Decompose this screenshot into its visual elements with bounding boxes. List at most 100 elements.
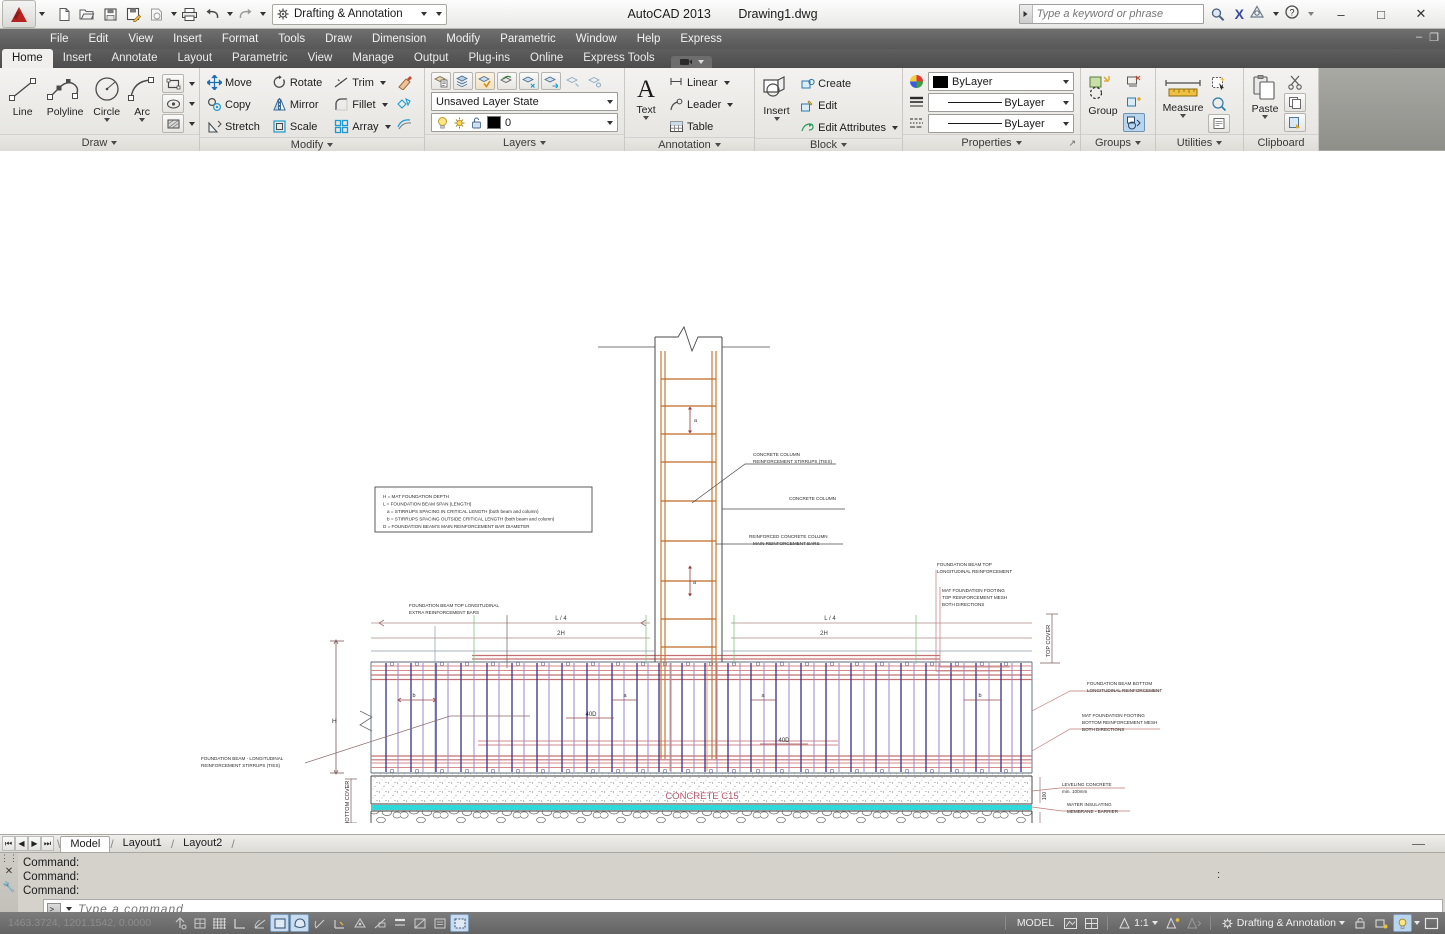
paste-special-button[interactable]: [1284, 113, 1306, 132]
panel-clipboard-title[interactable]: Clipboard: [1244, 134, 1318, 151]
tab-manage[interactable]: Manage: [342, 49, 404, 68]
coordinates-display[interactable]: 1463.3724, 1201.1542, 0.0000: [0, 917, 170, 929]
next-layout-button[interactable]: ▶: [28, 836, 41, 851]
tab-insert[interactable]: Insert: [53, 49, 102, 68]
menu-dimension[interactable]: Dimension: [362, 29, 436, 49]
hardware-accel-button[interactable]: [1393, 914, 1412, 932]
3d-object-snap-toggle[interactable]: [290, 914, 309, 932]
quick-properties-toggle[interactable]: [430, 914, 449, 932]
polar-tracking-toggle[interactable]: [250, 914, 269, 932]
annotation-visibility-button[interactable]: [1164, 914, 1183, 932]
copy-button[interactable]: Copy: [204, 94, 263, 115]
panel-properties-chevron-icon[interactable]: [1015, 141, 1022, 145]
menu-view[interactable]: View: [118, 29, 163, 49]
redo-chevron-icon[interactable]: [260, 12, 266, 16]
plot-icon[interactable]: [178, 4, 200, 25]
save-as-icon[interactable]: [122, 4, 144, 25]
edit-attributes-chevron-icon[interactable]: [892, 125, 898, 130]
maximize-button[interactable]: □: [1361, 2, 1401, 27]
mirror-button[interactable]: Mirror: [269, 94, 325, 115]
undo-icon[interactable]: [201, 4, 223, 25]
workspace-menu-icon[interactable]: [436, 12, 442, 16]
layer-match-button[interactable]: [453, 72, 473, 90]
panel-draw-title[interactable]: Draw: [0, 134, 199, 151]
new-file-icon[interactable]: [53, 4, 75, 25]
lock-ui-button[interactable]: [1351, 914, 1370, 932]
tab-layout[interactable]: Layout: [168, 49, 223, 68]
panel-groups-chevron-icon[interactable]: [1135, 141, 1142, 145]
search-magnifier-icon[interactable]: [1207, 4, 1229, 25]
save-icon[interactable]: [99, 4, 121, 25]
tab-annotate[interactable]: Annotate: [101, 49, 167, 68]
polyline-button[interactable]: Polyline: [43, 73, 87, 118]
tab-online[interactable]: Online: [520, 49, 573, 68]
layer-state-combo[interactable]: Unsaved Layer State: [431, 92, 618, 111]
cut-button[interactable]: [1284, 73, 1306, 92]
close-button[interactable]: ✕: [1401, 2, 1441, 27]
explode-button[interactable]: [394, 93, 416, 112]
gradient-chevron-icon[interactable]: [189, 121, 195, 126]
line-button[interactable]: Line: [4, 73, 41, 118]
layer-unisolate-button[interactable]: [541, 72, 561, 90]
help-chevron-icon[interactable]: [1308, 12, 1314, 16]
paste-button[interactable]: Paste: [1248, 72, 1282, 119]
tab-model[interactable]: Model: [60, 835, 111, 852]
allow-ucs-toggle[interactable]: [330, 914, 349, 932]
command-settings-icon[interactable]: 🔧: [3, 882, 15, 893]
space-indicator[interactable]: MODEL: [1012, 917, 1059, 929]
app-menu-chevron-icon[interactable]: [39, 12, 45, 16]
erase-button[interactable]: [394, 73, 416, 92]
hatch-button[interactable]: [162, 94, 184, 113]
autodesk-exchange-icon[interactable]: X: [1235, 6, 1244, 22]
menu-file[interactable]: File: [40, 29, 79, 49]
application-menu-button[interactable]: [2, 0, 36, 28]
text-button[interactable]: A Text: [629, 71, 663, 120]
model-space-button[interactable]: [1061, 914, 1080, 932]
rectangle-chevron-icon[interactable]: [189, 81, 195, 86]
tab-parametric[interactable]: Parametric: [222, 49, 298, 68]
ribbon-camera-group[interactable]: [670, 56, 712, 68]
panel-modify-chevron-icon[interactable]: [327, 142, 334, 147]
layout-scroll-handle[interactable]: —: [1412, 836, 1425, 851]
annotation-scale-control[interactable]: 1:1: [1114, 914, 1162, 932]
workspace-switcher-combo[interactable]: Drafting & Annotation: [272, 3, 447, 25]
rectangle-button[interactable]: [162, 74, 184, 93]
last-layout-button[interactable]: ⏭: [41, 836, 54, 851]
search-dropdown-icon[interactable]: [1019, 5, 1033, 23]
offset-button[interactable]: [394, 113, 416, 132]
edit-block-button[interactable]: Edit: [797, 95, 898, 116]
panel-properties-title[interactable]: Properties ↗: [903, 134, 1080, 151]
layer-freeze-button[interactable]: [563, 72, 583, 90]
layer-color-swatch[interactable]: [487, 116, 501, 129]
workspace-chevron-icon[interactable]: [421, 12, 427, 16]
annotation-scale-chevron-icon[interactable]: [1151, 921, 1158, 925]
open-file-icon[interactable]: [76, 4, 98, 25]
menu-edit[interactable]: Edit: [79, 29, 119, 49]
menu-modify[interactable]: Modify: [436, 29, 490, 49]
panel-utilities-chevron-icon[interactable]: [1216, 141, 1223, 145]
quick-calc-button[interactable]: [1208, 94, 1230, 113]
search-box[interactable]: [1018, 4, 1204, 24]
snap-toggle[interactable]: [170, 914, 189, 932]
insert-block-button[interactable]: Insert: [759, 72, 794, 121]
dynamic-ucs-toggle[interactable]: [350, 914, 369, 932]
command-history[interactable]: Command: Command: Command: : >_: [18, 853, 1445, 919]
layer-make-current-button[interactable]: [475, 72, 495, 90]
panel-modify-title[interactable]: Modify: [200, 137, 424, 151]
viewport-button[interactable]: [1082, 914, 1101, 932]
circle-button[interactable]: Circle: [89, 73, 124, 122]
menu-window[interactable]: Window: [566, 29, 627, 49]
menu-format[interactable]: Format: [212, 29, 268, 49]
linear-dimension-button[interactable]: Linear: [666, 72, 721, 93]
object-snap-tracking-toggle[interactable]: [310, 914, 329, 932]
linetype-combo[interactable]: ByLayer: [928, 114, 1074, 133]
menu-insert[interactable]: Insert: [163, 29, 212, 49]
ungroup-button[interactable]: [1123, 73, 1145, 92]
object-color-chevron-icon[interactable]: [1058, 73, 1071, 90]
command-close-icon[interactable]: ✕: [5, 866, 13, 877]
document-restore-button[interactable]: ❐: [1429, 31, 1439, 44]
first-layout-button[interactable]: ⏮: [2, 836, 15, 851]
plot-preview-chevron-icon[interactable]: [171, 12, 177, 16]
insert-chevron-icon[interactable]: [773, 117, 780, 121]
tab-layout2[interactable]: Layout2: [174, 836, 231, 851]
